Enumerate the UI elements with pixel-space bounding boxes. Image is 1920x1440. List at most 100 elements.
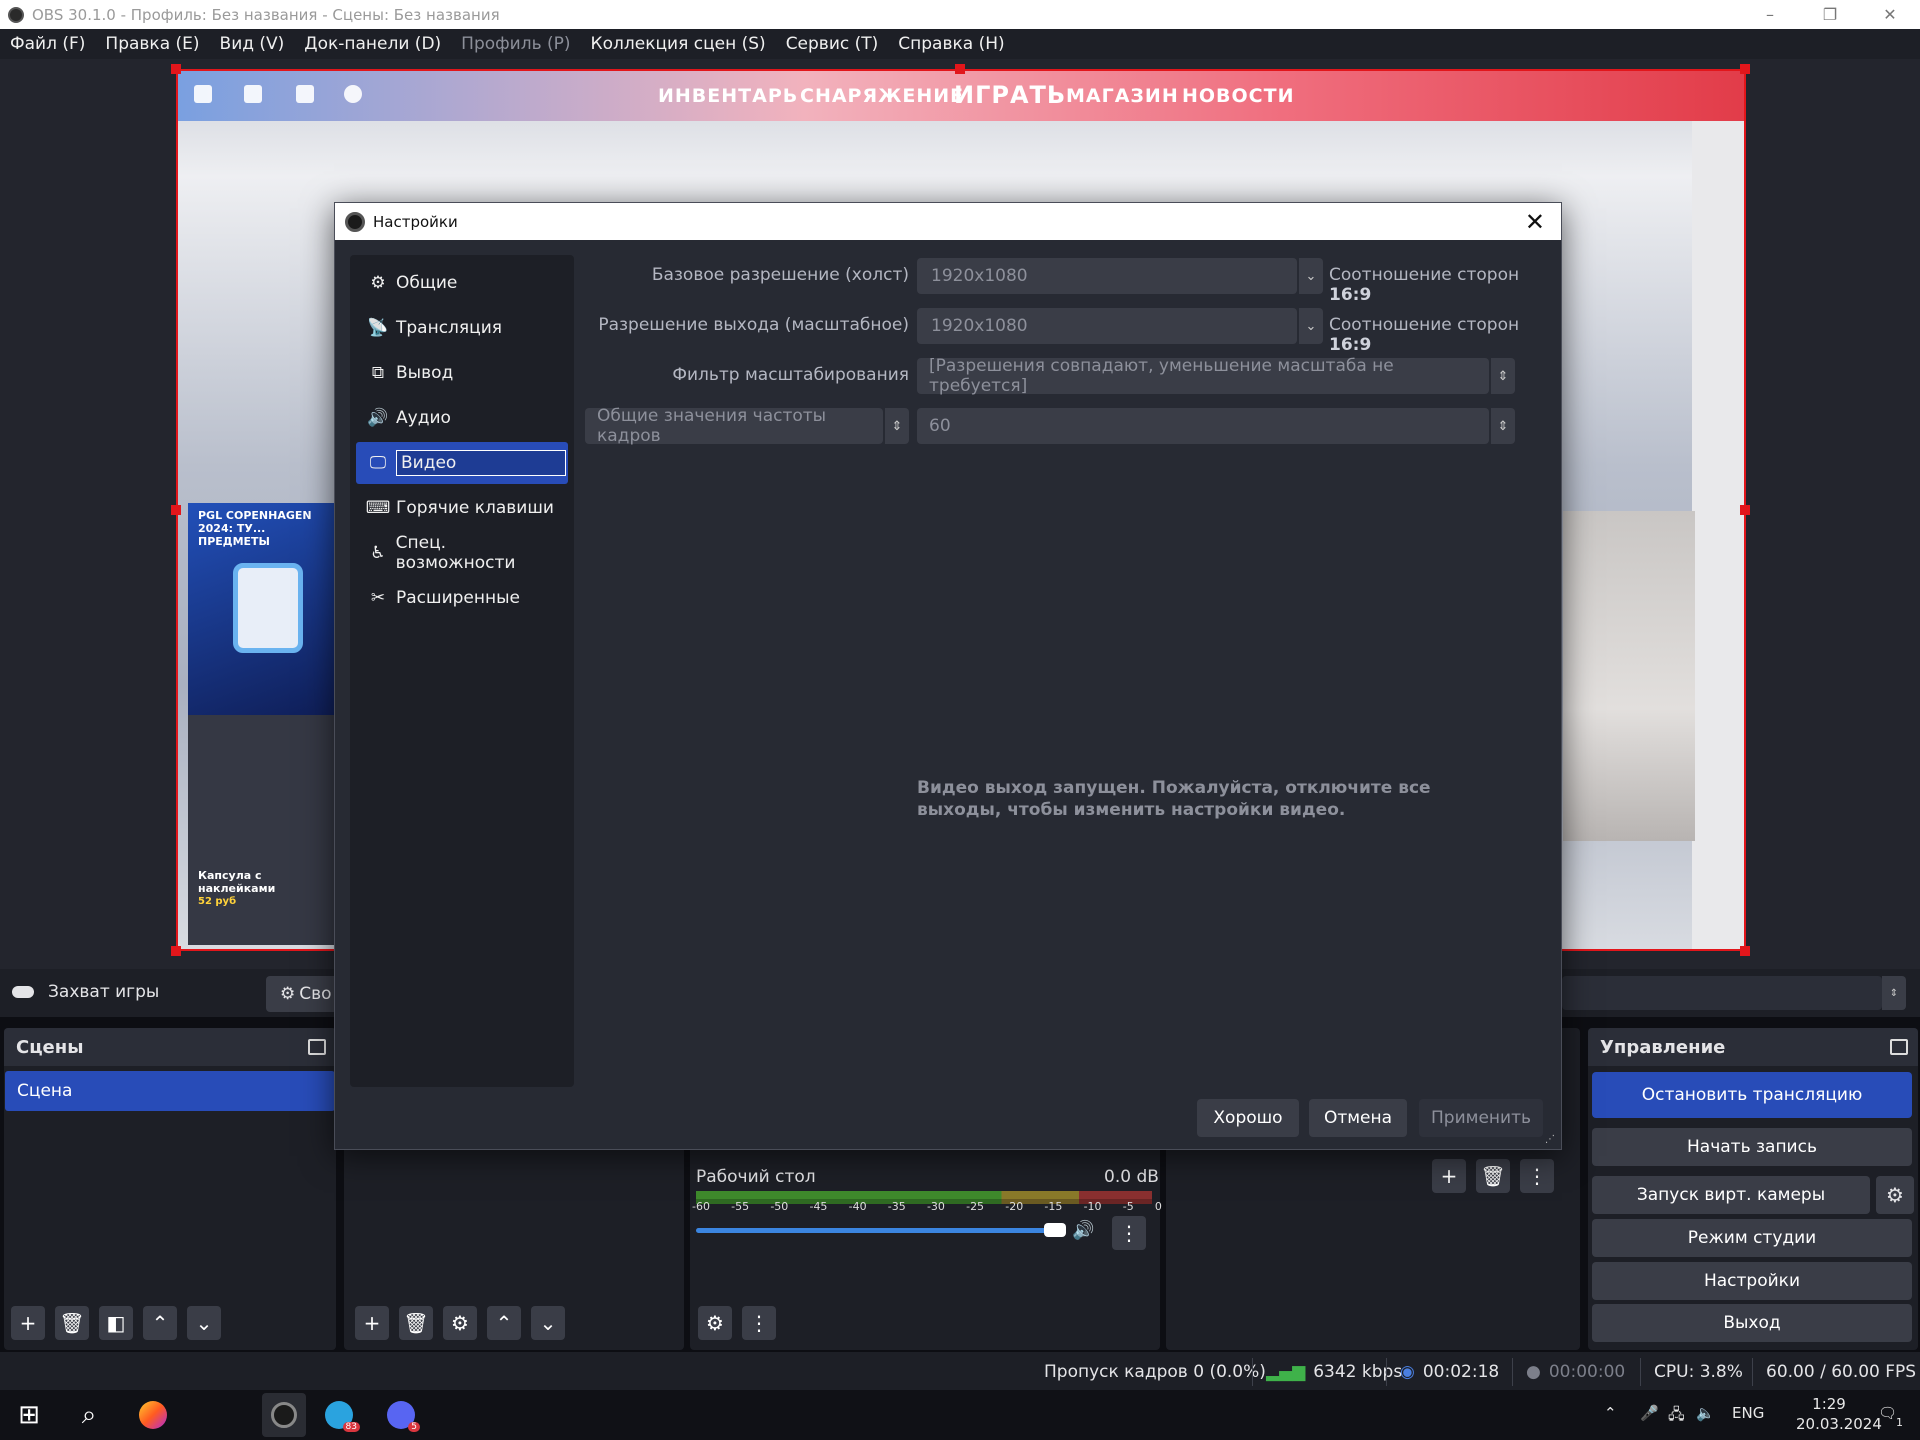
clock[interactable]: 1:29 20.03.2024 — [1796, 1394, 1882, 1434]
remove-source-button[interactable]: 🗑 — [399, 1306, 433, 1340]
move-source-up-button[interactable]: ⌃ — [487, 1306, 521, 1340]
menu-view[interactable]: Вид (V) — [220, 34, 285, 54]
maximize-button[interactable]: ❐ — [1800, 0, 1860, 29]
nav-output[interactable]: ⧉ Вывод — [356, 352, 568, 394]
menu-help[interactable]: Справка (H) — [898, 34, 1004, 54]
mixer-options-button[interactable]: ⋮ — [742, 1306, 776, 1340]
windows-start-icon[interactable]: ⊞ — [12, 1398, 46, 1432]
window-controls: – ❐ ✕ — [1740, 0, 1920, 29]
network-icon[interactable]: 🖧 — [1668, 1404, 1685, 1429]
discord-icon[interactable]: 5 — [384, 1398, 420, 1432]
scene-filters-button[interactable]: ◧ — [99, 1306, 133, 1340]
search-icon[interactable]: ⌕ — [72, 1398, 106, 1432]
game-nav-shop: МАГАЗИН — [1066, 85, 1179, 107]
game-scene-figure — [1563, 511, 1695, 841]
meter-tick: -55 — [731, 1200, 750, 1213]
mixer-menu-button[interactable]: ⋮ — [1112, 1216, 1146, 1250]
controls-title: Управление — [1600, 1036, 1726, 1058]
resize-grip-icon[interactable]: ⋰ — [1545, 1134, 1555, 1145]
output-resolution-combo[interactable]: 1920x1080 — [917, 308, 1297, 344]
scenes-dock-header: Сцены — [4, 1028, 336, 1066]
add-scene-button[interactable]: + — [11, 1306, 45, 1340]
scene-list-item[interactable]: Сцена — [5, 1071, 335, 1111]
source-properties-button[interactable]: ⚙ Сво — [266, 976, 338, 1012]
exit-button[interactable]: Выход — [1592, 1304, 1912, 1342]
capsule-price: 52 руб — [198, 896, 237, 907]
meter-tick: -5 — [1122, 1200, 1134, 1213]
ok-button[interactable]: Хорошо — [1197, 1099, 1299, 1137]
undock-icon[interactable] — [308, 1039, 326, 1055]
settings-button[interactable]: Настройки — [1592, 1262, 1912, 1300]
notifications-icon[interactable]: 🗨 — [1878, 1404, 1897, 1422]
remove-scene-button[interactable]: 🗑 — [55, 1306, 89, 1340]
status-bar: Пропуск кадров 0 (0.0%) ▂▄▆ 6342 kbps ◉ … — [0, 1352, 1920, 1390]
nav-video[interactable]: 🖵 Видео — [356, 442, 568, 484]
gear-icon — [296, 85, 314, 103]
menu-edit[interactable]: Правка (E) — [105, 34, 199, 54]
cancel-button[interactable]: Отмена — [1309, 1099, 1407, 1137]
volume-icon[interactable]: 🔈 — [1696, 1404, 1715, 1422]
studio-mode-button[interactable]: Режим студии — [1592, 1219, 1912, 1257]
obs-taskbar-icon[interactable] — [262, 1393, 306, 1437]
obs-logo-icon — [8, 6, 24, 23]
telegram-icon[interactable]: 83 — [322, 1398, 360, 1432]
controls-dock-header: Управление — [1588, 1028, 1918, 1066]
output-resolution-label: Разрешение выхода (масштабное) — [598, 315, 909, 335]
dialog-titlebar: Настройки ✕ — [335, 203, 1561, 240]
base-resolution-combo[interactable]: 1920x1080 — [917, 258, 1297, 294]
close-button[interactable]: ✕ — [1860, 0, 1920, 29]
transition-menu-button[interactable]: ⋮ — [1520, 1159, 1554, 1193]
tray-chevron-icon[interactable]: ⌃ — [1604, 1404, 1617, 1422]
advanced-audio-button[interactable]: ⚙ — [698, 1306, 732, 1340]
dialog-title: Настройки — [373, 212, 458, 231]
spin-arrows-icon: ⇕ — [883, 408, 909, 444]
source-combo[interactable] — [1562, 976, 1882, 1010]
nav-general[interactable]: ⚙ Общие — [356, 262, 568, 304]
divider — [1252, 1358, 1253, 1386]
resize-handle-bl[interactable] — [171, 946, 181, 956]
start-recording-button[interactable]: Начать запись — [1592, 1128, 1912, 1166]
resize-handle-br[interactable] — [1740, 946, 1750, 956]
menu-scene-collection[interactable]: Коллекция сцен (S) — [591, 34, 766, 54]
resize-handle-left[interactable] — [171, 505, 181, 515]
remove-transition-button[interactable]: 🗑 — [1476, 1159, 1510, 1193]
nav-advanced[interactable]: ✂ Расширенные — [356, 577, 568, 619]
menu-file[interactable]: Файл (F) — [10, 34, 85, 54]
firefox-icon[interactable] — [136, 1398, 170, 1432]
cpu-usage: CPU: 3.8% — [1654, 1362, 1743, 1382]
speaker-icon[interactable]: 🔊 — [1072, 1220, 1094, 1241]
resize-handle-top[interactable] — [955, 64, 965, 74]
add-source-button[interactable]: + — [355, 1306, 389, 1340]
move-scene-up-button[interactable]: ⌃ — [143, 1306, 177, 1340]
chevron-down-icon[interactable]: ⌄ — [1297, 258, 1323, 294]
microphone-icon[interactable]: 🎤 — [1640, 1404, 1659, 1422]
volume-slider[interactable] — [696, 1228, 1066, 1233]
volume-slider-handle[interactable] — [1044, 1223, 1066, 1237]
nav-stream[interactable]: 📡 Трансляция — [356, 307, 568, 349]
resize-handle-tr[interactable] — [1740, 64, 1750, 74]
add-transition-button[interactable]: + — [1432, 1159, 1466, 1193]
menu-tools[interactable]: Сервис (T) — [786, 34, 879, 54]
divider — [1752, 1358, 1753, 1386]
stop-stream-button[interactable]: Остановить трансляцию — [1592, 1072, 1912, 1118]
resize-handle-right[interactable] — [1740, 505, 1750, 515]
language-indicator[interactable]: ENG — [1732, 1404, 1764, 1422]
properties-label: Сво — [299, 984, 332, 1004]
nav-audio[interactable]: 🔊 Аудио — [356, 397, 568, 439]
start-virtual-camera-button[interactable]: Запуск вирт. камеры — [1592, 1176, 1870, 1214]
apply-button: Применить — [1419, 1099, 1543, 1137]
undock-icon[interactable] — [1890, 1039, 1908, 1055]
source-settings-button[interactable]: ⚙ — [443, 1306, 477, 1340]
menu-docks[interactable]: Док-панели (D) — [304, 34, 441, 54]
minimize-button[interactable]: – — [1740, 0, 1800, 29]
resize-handle-tl[interactable] — [171, 64, 181, 74]
spin-arrows-icon[interactable]: ⇕ — [1882, 976, 1906, 1010]
nav-hotkeys[interactable]: ⌨ Горячие клавиши — [356, 487, 568, 529]
move-source-down-button[interactable]: ⌄ — [531, 1306, 565, 1340]
nav-accessibility[interactable]: ♿ Спец. возможности — [356, 532, 568, 574]
taskbar-app-blank[interactable] — [192, 1398, 238, 1432]
move-scene-down-button[interactable]: ⌄ — [187, 1306, 221, 1340]
virtual-camera-settings-icon[interactable]: ⚙ — [1876, 1176, 1914, 1214]
chevron-down-icon[interactable]: ⌄ — [1297, 308, 1323, 344]
dialog-close-icon[interactable]: ✕ — [1525, 208, 1545, 236]
